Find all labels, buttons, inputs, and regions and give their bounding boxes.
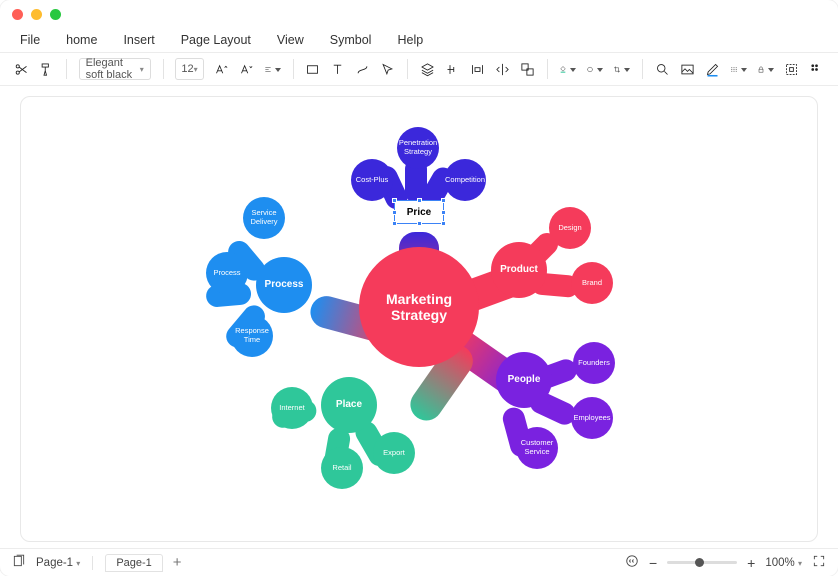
font-size-select[interactable]: 12▾ [175, 58, 203, 80]
add-page-button[interactable]: + [173, 554, 182, 571]
decrease-font-icon[interactable] [239, 61, 254, 78]
align-objects-icon[interactable] [445, 61, 460, 78]
font-name: Elegant soft black [86, 57, 140, 81]
branch-price-selected[interactable]: Price [394, 200, 444, 224]
text-icon[interactable] [330, 61, 345, 78]
branch-place[interactable]: Place [321, 377, 377, 433]
leaf-response-time[interactable]: Response Time [231, 315, 273, 357]
shape-icon[interactable] [586, 61, 603, 78]
fullscreen-icon[interactable] [812, 554, 826, 571]
fill-color-icon[interactable] [559, 61, 576, 78]
license-icon[interactable] [625, 554, 639, 571]
menu-bar: File home Insert Page Layout View Symbol… [0, 28, 838, 52]
leaf-penetration-strategy[interactable]: Penetration Strategy [397, 127, 439, 169]
search-icon[interactable] [655, 61, 670, 78]
format-painter-icon[interactable] [39, 61, 54, 78]
connector-icon[interactable] [355, 61, 370, 78]
zoom-slider[interactable] [667, 561, 737, 564]
leaf-internet[interactable]: Internet [271, 387, 313, 429]
minimize-window-icon[interactable] [31, 9, 42, 20]
toolbar: Elegant soft black▾ 12▾ [0, 52, 838, 86]
zoom-in-button[interactable]: + [747, 555, 755, 571]
cursor-icon[interactable] [380, 61, 395, 78]
branch-price-label: Price [407, 207, 431, 218]
rectangle-icon[interactable] [305, 61, 320, 78]
menu-page-layout[interactable]: Page Layout [181, 33, 251, 47]
leaf-design[interactable]: Design [549, 207, 591, 249]
leaf-customer-service[interactable]: Customer Service [516, 427, 558, 469]
leaf-founders[interactable]: Founders [573, 342, 615, 384]
window-titlebar [0, 0, 838, 28]
flip-icon[interactable] [495, 61, 510, 78]
crop-icon[interactable] [613, 61, 630, 78]
leaf-export[interactable]: Export [373, 432, 415, 474]
canvas-area: Marketing Strategy Product People Place … [0, 86, 838, 548]
close-window-icon[interactable] [12, 9, 23, 20]
menu-file[interactable]: File [20, 33, 40, 47]
more-icon[interactable] [809, 61, 824, 78]
image-icon[interactable] [680, 61, 695, 78]
leaf-brand[interactable]: Brand [571, 262, 613, 304]
canvas[interactable]: Marketing Strategy Product People Place … [20, 96, 818, 542]
leaf-employees[interactable]: Employees [571, 397, 613, 439]
group-icon[interactable] [520, 61, 535, 78]
font-size: 12 [181, 63, 193, 75]
leaf-competition[interactable]: Competition [444, 159, 486, 201]
line-style-icon[interactable] [730, 61, 747, 78]
mindmap-center[interactable]: Marketing Strategy [359, 247, 479, 367]
increase-font-icon[interactable] [214, 61, 229, 78]
zoom-out-button[interactable]: − [649, 555, 657, 571]
align-icon[interactable] [264, 61, 281, 78]
maximize-window-icon[interactable] [50, 9, 61, 20]
select-all-icon[interactable] [784, 61, 799, 78]
lock-icon[interactable] [757, 61, 774, 78]
branch-process[interactable]: Process [256, 257, 312, 313]
branch-product[interactable]: Product [491, 242, 547, 298]
scissors-icon[interactable] [14, 61, 29, 78]
menu-symbol[interactable]: Symbol [330, 33, 372, 47]
page-tab[interactable]: Page-1 [105, 554, 162, 572]
menu-view[interactable]: View [277, 33, 304, 47]
pen-icon[interactable] [705, 61, 720, 78]
menu-help[interactable]: Help [397, 33, 423, 47]
pages-icon[interactable] [12, 554, 26, 571]
leaf-service-delivery[interactable]: Service Delivery [243, 197, 285, 239]
leaf-retail[interactable]: Retail [321, 447, 363, 489]
menu-home[interactable]: home [66, 33, 97, 47]
status-bar: Page-1 ▾ Page-1 + − + 100% ▾ [0, 548, 838, 576]
distribute-icon[interactable] [470, 61, 485, 78]
leaf-process[interactable]: Process [206, 252, 248, 294]
page-dropdown[interactable]: Page-1 ▾ [36, 557, 80, 569]
leaf-cost-plus[interactable]: Cost-Plus [351, 159, 393, 201]
layers-icon[interactable] [420, 61, 435, 78]
branch-people[interactable]: People [496, 352, 552, 408]
font-select[interactable]: Elegant soft black▾ [79, 58, 151, 80]
menu-insert[interactable]: Insert [123, 33, 154, 47]
zoom-level[interactable]: 100% ▾ [765, 557, 802, 569]
